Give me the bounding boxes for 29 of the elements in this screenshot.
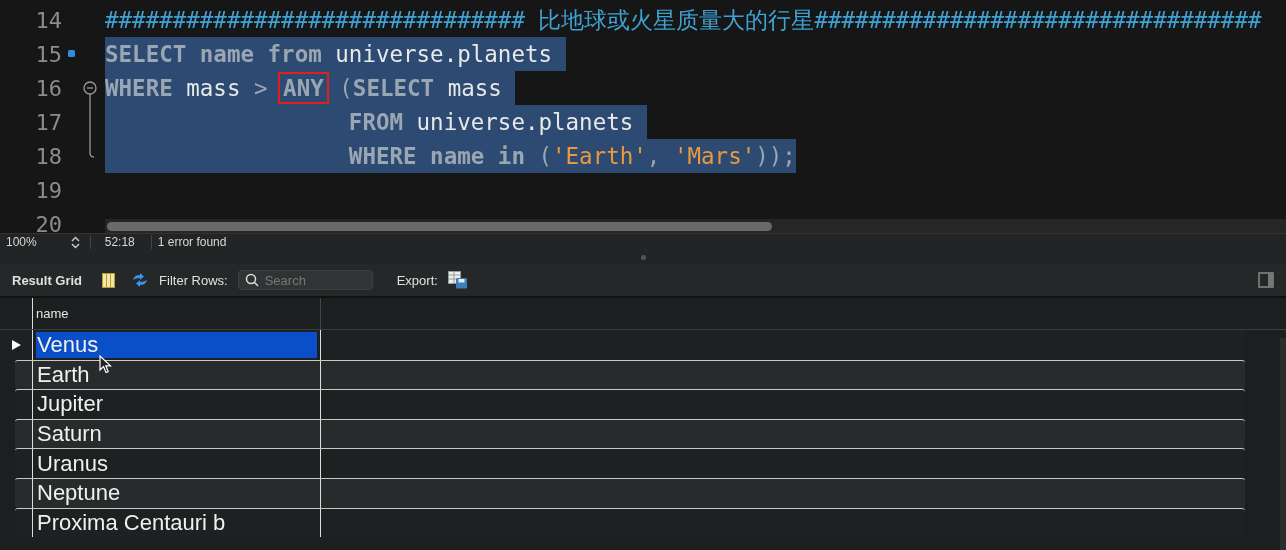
refresh-icon[interactable]: [131, 273, 150, 287]
zoom-level: 100%: [5, 235, 38, 249]
line-number: 15: [34, 41, 62, 67]
line-number: 14: [34, 7, 62, 33]
stepper-icon[interactable]: [70, 235, 80, 249]
line-number: 20: [34, 211, 62, 233]
column-header[interactable]: name: [33, 298, 321, 329]
line-number: 18: [34, 143, 62, 169]
table-cell[interactable]: Jupiter: [33, 390, 321, 419]
line-number: 19: [34, 177, 62, 203]
horizontal-scrollbar[interactable]: [105, 219, 1286, 233]
search-field[interactable]: Search: [237, 270, 373, 290]
code-line: ############################### 比地球或火星质量大的行星#################################: [105, 6, 1262, 35]
splitter-handle[interactable]: [640, 254, 646, 260]
row-pointer-icon: [11, 339, 21, 350]
panel-toggle-icon[interactable]: [1258, 272, 1274, 288]
cursor-position: 52:18: [103, 235, 136, 249]
export-icon[interactable]: [447, 271, 468, 289]
columns-icon[interactable]: [102, 272, 116, 288]
fold-end-line: [89, 139, 95, 158]
search-icon: [244, 273, 259, 287]
result-grid-title: Result Grid: [12, 272, 83, 288]
line-number: 17: [34, 109, 62, 135]
export-label: Export:: [396, 272, 438, 288]
error-count: 1 error found: [156, 235, 228, 249]
table-cell[interactable]: Uranus: [33, 449, 321, 478]
table-cell[interactable]: Proxima Centauri b: [33, 508, 321, 538]
filter-rows-label: Filter Rows:: [159, 272, 228, 288]
line-number: 16: [34, 75, 62, 101]
